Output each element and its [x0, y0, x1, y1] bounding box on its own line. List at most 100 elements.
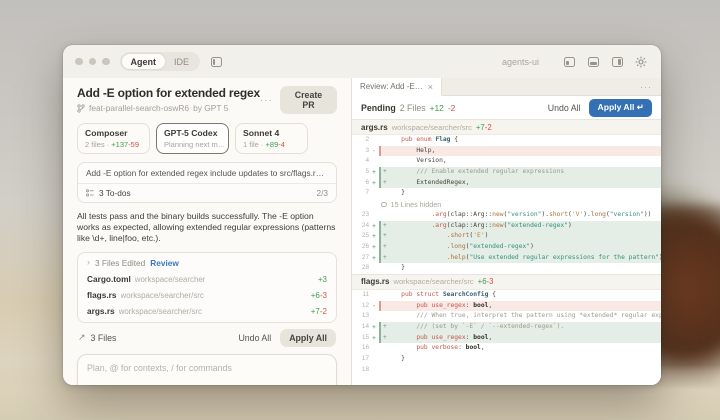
files-edited-label: 3 Files Edited: [95, 258, 145, 268]
model-card-name: Sonnet 4: [243, 128, 300, 138]
task-title: Add -E option for extended regex: [77, 86, 260, 100]
diff-line: 3- Help,: [352, 146, 661, 157]
files-edited-header[interactable]: › 3 Files Edited Review: [78, 253, 336, 271]
close-window-button[interactable]: [75, 58, 83, 66]
diff-line: 11 pub struct SearchConfig {: [352, 290, 661, 301]
todos-progress: 2/3: [316, 188, 328, 198]
review-tab-title: Review: Add -E…: [360, 82, 423, 91]
agent-panel: Add -E option for extended regex feat-pa…: [63, 78, 352, 385]
panel-left-icon: [211, 57, 222, 67]
panel-right-icon: [612, 57, 623, 67]
composer: Plan, @ for contexts, / for commands ∞ A…: [77, 354, 337, 385]
review-undo-all-button[interactable]: Undo All: [548, 103, 581, 113]
return-key-icon: ↵: [637, 102, 644, 112]
settings-button[interactable]: [633, 54, 649, 70]
branch-icon: [77, 104, 85, 113]
hidden-lines-expander[interactable]: 15 Lines hidden: [352, 199, 661, 210]
titlebar: Agent IDE agents-ui: [63, 45, 661, 78]
review-apply-all-button[interactable]: Apply All ↵: [589, 99, 652, 117]
close-icon[interactable]: ×: [428, 82, 433, 92]
model-card-composer[interactable]: Composer 2 files · +137-59: [77, 123, 150, 154]
diff-line: 13 /// When true, interpret the pattern …: [352, 311, 661, 322]
branch-name[interactable]: feat-parallel-search-oswR6: [89, 103, 189, 113]
model-card-meta: Planning next m…: [164, 140, 221, 149]
apply-all-button[interactable]: Apply All: [280, 329, 336, 347]
create-pr-button[interactable]: Create PR: [280, 86, 337, 114]
diff-line: 28 }: [352, 263, 661, 274]
tabstrip-overflow-icon[interactable]: ···: [640, 82, 661, 92]
file-name: flags.rs: [87, 290, 117, 300]
diff-code-args: 2 pub enum Flag {3- Help,4 Version,5++ /…: [352, 135, 661, 274]
diff-file-counts: +7-2: [476, 123, 492, 132]
review-panel: Review: Add -E… × ··· Pending 2 Files +1…: [352, 78, 661, 385]
diff-line: 15++ pub use_regex: bool,: [352, 333, 661, 344]
view-switcher: Agent IDE: [120, 52, 201, 71]
file-path: workspace/searcher: [135, 275, 206, 284]
diff-file-path: workspace/searcher/src: [392, 123, 472, 132]
review-tabstrip: Review: Add -E… × ···: [352, 78, 661, 96]
panel-left-toggle-icon[interactable]: [208, 54, 224, 70]
composer-input[interactable]: Plan, @ for contexts, / for commands: [87, 363, 327, 373]
tab-ide[interactable]: IDE: [165, 54, 198, 69]
diff-line: 25++ .short('E'): [352, 231, 661, 242]
agent-summary-text: All tests pass and the binary builds suc…: [77, 211, 337, 244]
arrow-up-right-icon: ↗: [78, 332, 86, 343]
undo-all-button[interactable]: Undo All: [238, 333, 271, 343]
panel-right-toggle-icon[interactable]: [609, 54, 625, 70]
agent-header: Add -E option for extended regex feat-pa…: [77, 86, 337, 114]
apply-bar: ↗ 3 Files Undo All Apply All: [77, 327, 337, 354]
file-name: Cargo.toml: [87, 274, 131, 284]
todos-label: 3 To-dos: [99, 188, 131, 198]
pending-deletions: -2: [448, 103, 455, 113]
edited-file-row[interactable]: args.rs workspace/searcher/src +7-2: [78, 303, 336, 319]
edited-file-row[interactable]: flags.rs workspace/searcher/src +6-3: [78, 287, 336, 303]
model-card-name: Composer: [85, 128, 142, 138]
zoom-window-button[interactable]: [102, 58, 110, 66]
model-card-meta: 1 file · +89-4: [243, 140, 300, 149]
agent-title-block: Add -E option for extended regex feat-pa…: [77, 86, 260, 113]
model-card-name: GPT-5 Codex: [164, 128, 221, 138]
todos-row[interactable]: 3 To-dos 2/3: [78, 184, 336, 202]
diff-line: 14++ /// (set by `-E` / `--extended-rege…: [352, 322, 661, 333]
pending-label: Pending: [361, 103, 396, 113]
pending-additions: +12: [430, 103, 444, 113]
agent-header-actions: ··· Create PR: [260, 86, 337, 114]
diff-line: 2 pub enum Flag {: [352, 135, 661, 146]
files-count-label[interactable]: 3 Files: [91, 333, 117, 343]
diff-line: 24++ .arg(clap::Arg::new("extended-regex…: [352, 221, 661, 232]
diff-file-header[interactable]: args.rs workspace/searcher/src +7-2: [352, 119, 661, 135]
branch-row: feat-parallel-search-oswR6 by GPT 5: [77, 103, 260, 113]
diff-line: 18: [352, 365, 661, 376]
panel-bottom-toggle-icon[interactable]: [585, 54, 601, 70]
file-diff-counts: +3: [318, 275, 327, 284]
model-card-gpt5-codex[interactable]: GPT-5 Codex Planning next m…: [156, 123, 229, 154]
diff-line: 5++ /// Enable extended regular expressi…: [352, 167, 661, 178]
branch-author: by GPT 5: [193, 103, 228, 113]
diff-line: 27++ .help("Use extended regular express…: [352, 253, 661, 264]
gear-icon: [635, 56, 647, 68]
model-card-sonnet4[interactable]: Sonnet 4 1 file · +89-4: [235, 123, 308, 154]
minimize-window-button[interactable]: [89, 58, 97, 66]
review-link[interactable]: Review: [150, 258, 179, 268]
edited-file-row[interactable]: Cargo.toml workspace/searcher +3: [78, 271, 336, 287]
titlebar-right: agents-ui: [502, 54, 649, 70]
diff-file-path: workspace/searcher/src: [393, 277, 473, 286]
review-tab[interactable]: Review: Add -E… ×: [352, 78, 442, 96]
diff-line: 26++ .long("extended-regex"): [352, 242, 661, 253]
overflow-menu-icon[interactable]: ···: [260, 95, 273, 106]
diff-line: 7 }: [352, 188, 661, 199]
diff-line: 17 }: [352, 354, 661, 365]
task-prompt[interactable]: Add -E option for extended regex include…: [78, 163, 336, 184]
tab-agent[interactable]: Agent: [122, 54, 166, 69]
expand-icon: [381, 202, 387, 208]
panel-badge-toggle-icon[interactable]: [561, 54, 577, 70]
review-toolbar: Pending 2 Files +12 -2 Undo All Apply Al…: [352, 96, 661, 119]
diff-line: 12- pub use_regex: bool,: [352, 301, 661, 312]
file-name: args.rs: [87, 306, 115, 316]
diff-code-flags: 11 pub struct SearchConfig {12- pub use_…: [352, 290, 661, 376]
diff-file-header[interactable]: flags.rs workspace/searcher/src +6-3: [352, 274, 661, 290]
app-window: Agent IDE agents-ui: [63, 45, 661, 385]
pending-files-count: 2 Files: [400, 103, 426, 113]
window-content: Add -E option for extended regex feat-pa…: [63, 78, 661, 385]
diff-line: 16 pub verbose: bool,: [352, 343, 661, 354]
